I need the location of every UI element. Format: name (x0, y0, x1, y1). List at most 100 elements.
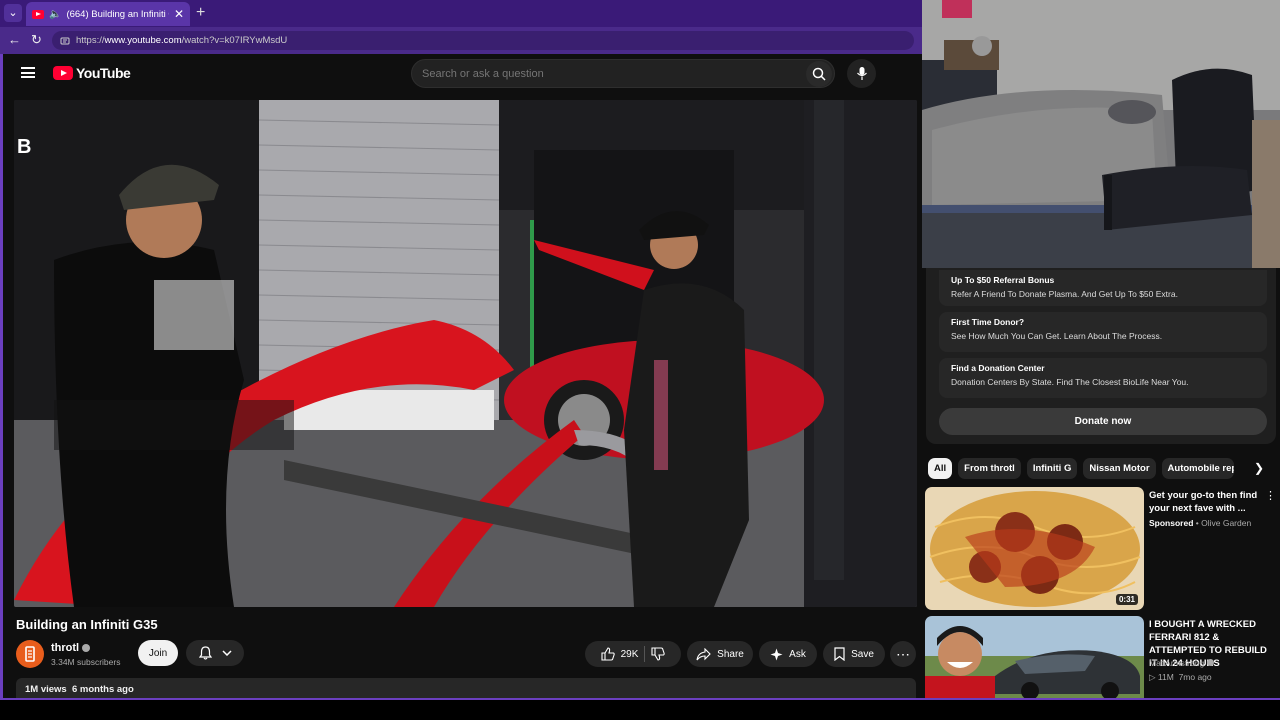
webcam-frame (922, 0, 1280, 268)
back-arrow-icon[interactable]: ← (8, 32, 21, 47)
ad-sitelink-desc: Donation Centers By State. Find The Clos… (951, 377, 1189, 387)
tab-bar: ⌄ 🔈 (664) Building an Infiniti G35 ✕ + (0, 0, 922, 27)
recommendation-item[interactable]: I BOUGHT A WRECKED FERRARI 812 & ATTEMPT… (925, 616, 1277, 698)
chevron-down-icon (221, 650, 232, 656)
ad-sitelink[interactable]: Find a Donation Center Donation Centers … (939, 358, 1267, 398)
chip-from-channel[interactable]: From throtl (958, 458, 1021, 479)
bell-icon (198, 646, 212, 660)
channel-name[interactable]: throtl (51, 642, 91, 654)
view-count: 11M (1157, 672, 1174, 682)
channel-meta: Mat Armstrong (1149, 658, 1214, 668)
sponsored-meta: Sponsored • Olive Garden (1149, 518, 1252, 528)
ad-sitelink-desc: See How Much You Can Get. Learn About Th… (951, 331, 1163, 341)
share-icon (696, 647, 711, 660)
search-button[interactable] (806, 60, 832, 87)
video-duration: 0:31 (1115, 594, 1138, 605)
chip-automobile-repair[interactable]: Automobile repa (1161, 458, 1234, 479)
save-label: Save (851, 648, 874, 660)
advertiser-name: Olive Garden (1201, 518, 1252, 528)
video-stats: ▷ 11M 7mo ago (1149, 672, 1212, 683)
upload-age: 6 months ago (72, 684, 134, 695)
search-input[interactable] (412, 67, 806, 80)
ad-sitelink-desc: Refer A Friend To Donate Plasma. And Get… (951, 289, 1178, 299)
ad-sitelink-title: Find a Donation Center (951, 363, 1045, 373)
speaker-icon[interactable]: 🔈 (49, 9, 61, 20)
save-button[interactable]: Save (823, 641, 885, 667)
filter-chips: All From throtl Infiniti G Nissan Motor … (928, 458, 1234, 479)
menu-icon[interactable] (21, 67, 35, 78)
ferrari-thumbnail-image (925, 616, 1144, 698)
tab-list-dropdown[interactable]: ⌄ (4, 4, 22, 22)
search-bar (411, 59, 835, 88)
youtube-page: YouTube Search or ask a question B Build… (0, 54, 922, 698)
chevron-right-icon[interactable]: ❯ (1254, 461, 1264, 475)
site-info-icon[interactable] (60, 36, 70, 46)
recommendation-title[interactable]: Get your go-to then find your next fave … (1149, 489, 1271, 515)
verified-icon (82, 644, 91, 652)
search-icon (812, 67, 826, 81)
more-horizontal-icon: ⋯ (896, 645, 910, 662)
channel-watermark-logo[interactable]: B (17, 136, 31, 159)
like-divider (644, 646, 646, 662)
youtube-logo-text: YouTube (76, 65, 131, 81)
notification-bell-button[interactable] (186, 640, 244, 666)
microphone-icon (856, 67, 867, 80)
chip-all[interactable]: All (928, 458, 953, 479)
pasta-thumbnail-image (925, 487, 1144, 610)
taskbar-strip (0, 698, 1280, 720)
ad-panel: Up To $50 Referral Bonus Refer A Friend … (926, 268, 1276, 444)
url-field[interactable]: https://www.youtube.com/watch?v=k07IRYwM… (52, 31, 914, 50)
channel-name[interactable]: Mat Armstrong (1149, 658, 1204, 668)
share-label: Share (717, 648, 744, 660)
tab-title: (664) Building an Infiniti G35 (66, 8, 168, 20)
ad-sitelink[interactable]: Up To $50 Referral Bonus Refer A Friend … (939, 270, 1267, 306)
sponsored-label: Sponsored (1149, 518, 1194, 528)
verified-icon (1206, 659, 1214, 666)
video-frame (14, 100, 917, 607)
join-button[interactable]: Join (138, 640, 178, 666)
video-player[interactable]: B (14, 100, 917, 607)
like-count[interactable]: 29K (621, 649, 639, 660)
throtl-logo-icon (25, 646, 35, 662)
webcam-overlay (922, 0, 1280, 268)
browser-chrome: ⌄ 🔈 (664) Building an Infiniti G35 ✕ + ←… (0, 0, 922, 54)
recommendation-item[interactable]: 0:31 Get your go-to then find your next … (925, 487, 1277, 611)
url-text: https://www.youtube.com/watch?v=k07IRYwM… (76, 35, 288, 46)
donate-now-button[interactable]: Donate now (939, 408, 1267, 435)
bookmark-icon (834, 647, 845, 661)
ad-sitelink-title: First Time Donor? (951, 317, 1025, 327)
ask-button[interactable]: Ask (759, 641, 817, 667)
youtube-favicon-icon (32, 9, 44, 19)
chip-nissan[interactable]: Nissan Motor (1083, 458, 1156, 479)
like-dislike-group: 29K (585, 641, 681, 667)
video-thumbnail[interactable]: 0:31 (925, 487, 1144, 610)
address-bar-row: ← ↻ https://www.youtube.com/watch?v=k07I… (0, 27, 922, 54)
channel-name-text[interactable]: throtl (51, 642, 79, 654)
subscriber-count: 3.34M subscribers (51, 657, 121, 667)
play-icon: ▷ (1149, 672, 1156, 682)
chip-infiniti[interactable]: Infiniti G (1026, 458, 1078, 479)
reload-icon[interactable]: ↻ (31, 32, 42, 48)
ask-label: Ask (789, 648, 806, 660)
close-tab-icon[interactable]: ✕ (174, 7, 184, 21)
sparkle-icon (770, 648, 783, 660)
view-count: 1M views (25, 684, 67, 695)
share-button[interactable]: Share (687, 641, 753, 667)
youtube-logo[interactable]: YouTube (53, 65, 131, 81)
upload-age: 7mo ago (1178, 672, 1212, 682)
description-box[interactable]: 1M views 6 months ago (16, 678, 916, 698)
more-actions-button[interactable]: ⋯ (890, 641, 916, 667)
ad-sitelink[interactable]: First Time Donor? See How Much You Can G… (939, 312, 1267, 352)
youtube-logo-icon (53, 66, 73, 80)
like-icon[interactable] (601, 647, 615, 661)
more-vertical-icon[interactable]: ⋮ (1265, 489, 1276, 502)
new-tab-button[interactable]: + (196, 4, 205, 22)
related-sidebar: Up To $50 Referral Bonus Refer A Friend … (922, 268, 1280, 698)
video-thumbnail[interactable] (925, 616, 1144, 698)
ad-sitelink-title: Up To $50 Referral Bonus (951, 275, 1055, 285)
dislike-icon[interactable] (651, 647, 666, 661)
voice-search-button[interactable] (847, 59, 876, 88)
video-title: Building an Infiniti G35 (16, 617, 158, 632)
browser-tab[interactable]: 🔈 (664) Building an Infiniti G35 ✕ (26, 2, 190, 26)
channel-avatar[interactable] (16, 640, 44, 668)
